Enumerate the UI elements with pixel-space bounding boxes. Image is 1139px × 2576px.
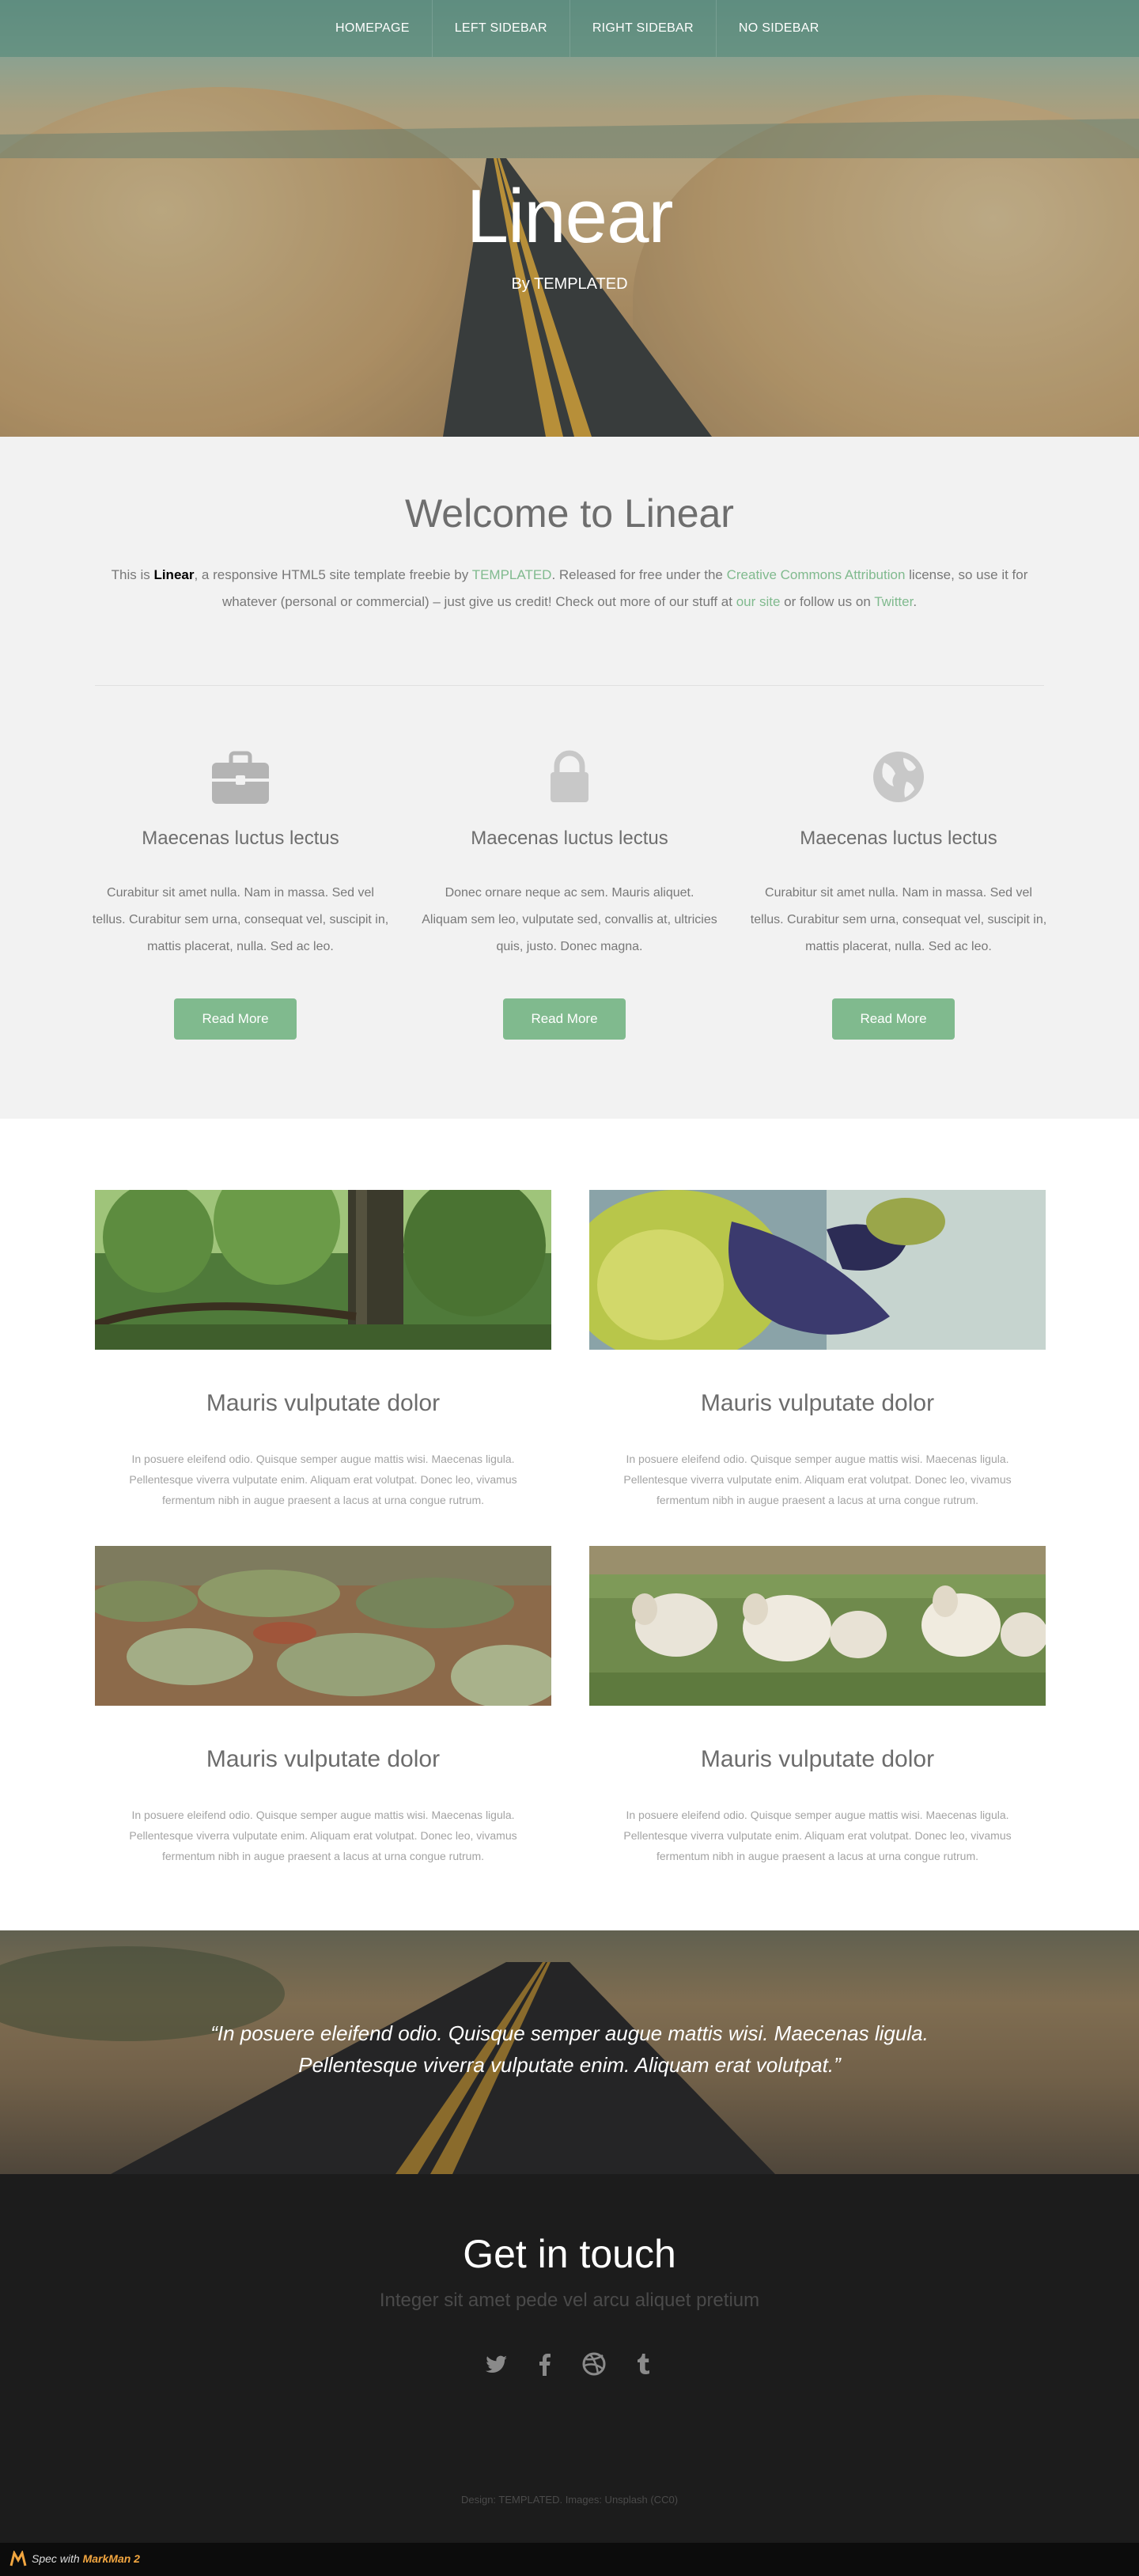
facebook-icon[interactable]: [532, 2351, 558, 2377]
hero-subtitle: By TEMPLATED: [511, 275, 628, 293]
badge-product: MarkMan 2: [82, 2552, 140, 2565]
welcome-intro: This is Linear, a responsive HTML5 site …: [95, 562, 1044, 616]
card-text: In posuere eleifend odio. Quisque semper…: [129, 1809, 517, 1862]
templated-link[interactable]: TEMPLATED: [472, 567, 552, 582]
intro-text: or follow us on: [780, 594, 875, 609]
social-icons: [0, 2351, 1139, 2377]
gallery-card: Mauris vulputate dolor In posuere eleife…: [589, 1546, 1048, 1866]
card-text: In posuere eleifend odio. Quisque semper…: [129, 1453, 517, 1506]
globe-icon: [873, 752, 924, 802]
hero-title: Linear: [466, 174, 674, 259]
intro-text: , a responsive HTML5 site template freeb…: [194, 567, 472, 582]
nav-item-right-sidebar[interactable]: RIGHT SIDEBAR: [570, 0, 717, 57]
gallery-card: Mauris vulputate dolor In posuere eleife…: [87, 1546, 562, 1866]
feature-text: Curabitur sit amet nulla. Nam in massa. …: [750, 886, 1047, 953]
card-title: Mauris vulputate dolor: [206, 1390, 441, 1416]
card-text: In posuere eleifend odio. Quisque semper…: [623, 1809, 1012, 1862]
nav-item-homepage[interactable]: HOMEPAGE: [313, 0, 433, 57]
feature-item: Maecenas luctus lectus Donec ornare nequ…: [421, 745, 718, 1040]
feature-title: Maecenas luctus lectus: [471, 828, 668, 849]
intro-text: This is: [111, 567, 154, 582]
creative-commons-link[interactable]: Creative Commons Attribution: [727, 567, 906, 582]
quote-banner: “In posuere eleifend odio. Quisque sempe…: [0, 1930, 1139, 2174]
hero-banner: HOMEPAGE LEFT SIDEBAR RIGHT SIDEBAR NO S…: [0, 0, 1139, 437]
welcome-title: Welcome to Linear: [405, 491, 734, 536]
footer-lead: Integer sit amet pede vel arcu aliquet p…: [379, 2290, 760, 2311]
feature-text: Curabitur sit amet nulla. Nam in massa. …: [92, 886, 389, 953]
nav-item-no-sidebar[interactable]: NO SIDEBAR: [717, 0, 842, 57]
twitter-icon[interactable]: [483, 2351, 509, 2377]
read-more-button[interactable]: Read More: [832, 998, 955, 1040]
markman-badge: Spec with MarkMan 2: [0, 2543, 1139, 2576]
intro-brand: Linear: [153, 567, 195, 582]
briefcase-icon: [212, 751, 269, 804]
feature-item: Maecenas luctus lectus Curabitur sit ame…: [750, 745, 1047, 1040]
card-title: Mauris vulputate dolor: [700, 1746, 935, 1772]
intro-text: . Released for free under the: [551, 567, 727, 582]
copyright-text: Design: TEMPLATED. Images: Unsplash (CC0…: [460, 2494, 679, 2506]
our-site-link[interactable]: our site: [736, 594, 781, 609]
markman-logo-icon: [9, 2551, 27, 2567]
nav-item-left-sidebar[interactable]: LEFT SIDEBAR: [433, 0, 570, 57]
feature-title: Maecenas luctus lectus: [800, 828, 997, 849]
card-title: Mauris vulputate dolor: [206, 1746, 441, 1772]
gallery-card: Mauris vulputate dolor In posuere eleife…: [93, 1158, 551, 1510]
badge-text: Spec with MarkMan 2: [32, 2552, 140, 2565]
badge-prefix: Spec with: [32, 2552, 83, 2565]
footer-title: Get in touch: [463, 2232, 676, 2276]
forest-photo[interactable]: [93, 1158, 551, 1350]
tumblr-icon[interactable]: [630, 2351, 656, 2377]
intro-text: .: [913, 594, 918, 609]
feature-item: Maecenas luctus lectus Curabitur sit ame…: [92, 745, 389, 1040]
quote-text: “In posuere eleifend odio. Quisque sempe…: [210, 2021, 929, 2077]
contact-footer: Get in touch Integer sit amet pede vel a…: [0, 2174, 1139, 2543]
twitter-link[interactable]: Twitter: [874, 594, 913, 609]
feature-text: Donec ornare neque ac sem. Mauris alique…: [422, 886, 717, 953]
leaf-photo[interactable]: [566, 1190, 1046, 1364]
shrubland-photo[interactable]: [87, 1546, 562, 1708]
section-divider: [95, 685, 1044, 686]
sheep-photo[interactable]: [589, 1546, 1048, 1706]
main-navigation: HOMEPAGE LEFT SIDEBAR RIGHT SIDEBAR NO S…: [0, 0, 1139, 57]
gallery-card: Mauris vulputate dolor In posuere eleife…: [566, 1190, 1046, 1510]
welcome-section: Welcome to Linear This is Linear, a resp…: [0, 437, 1139, 1119]
card-text: In posuere eleifend odio. Quisque semper…: [623, 1453, 1012, 1506]
feature-title: Maecenas luctus lectus: [142, 828, 339, 849]
read-more-button[interactable]: Read More: [174, 998, 297, 1040]
gallery-section: Mauris vulputate dolor In posuere eleife…: [0, 1119, 1139, 1930]
lock-icon: [551, 750, 588, 802]
dribbble-icon[interactable]: [581, 2351, 607, 2377]
card-title: Mauris vulputate dolor: [700, 1390, 935, 1416]
read-more-button[interactable]: Read More: [503, 998, 626, 1040]
